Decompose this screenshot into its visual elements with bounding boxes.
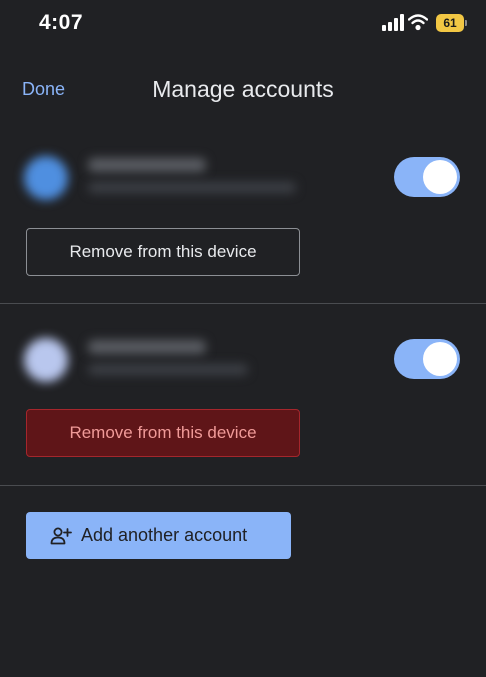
account-sync-toggle[interactable] bbox=[394, 339, 460, 379]
status-bar: 4:07 61 bbox=[0, 0, 486, 44]
account-name-redacted bbox=[88, 158, 206, 172]
cellular-signal-icon bbox=[382, 14, 404, 31]
account-row bbox=[0, 152, 486, 212]
divider bbox=[0, 303, 486, 304]
toggle-knob bbox=[423, 160, 457, 194]
remove-account-button-pressed[interactable]: Remove from this device bbox=[26, 409, 300, 457]
toggle-knob bbox=[423, 342, 457, 376]
avatar bbox=[24, 156, 68, 200]
account-email-redacted bbox=[88, 364, 248, 375]
account-row bbox=[0, 334, 486, 394]
page-title: Manage accounts bbox=[152, 76, 334, 102]
person-add-icon bbox=[50, 527, 72, 545]
account-sync-toggle[interactable] bbox=[394, 157, 460, 197]
battery-tip bbox=[465, 20, 467, 26]
account-email-redacted bbox=[88, 182, 296, 193]
status-time: 4:07 bbox=[39, 11, 84, 34]
add-account-label: Add another account bbox=[81, 525, 248, 545]
remove-account-button[interactable]: Remove from this device bbox=[26, 228, 300, 276]
divider bbox=[0, 485, 486, 486]
account-name-redacted bbox=[88, 340, 206, 354]
wifi-icon bbox=[408, 14, 428, 31]
add-account-button[interactable]: Add another account bbox=[26, 512, 291, 559]
avatar bbox=[24, 338, 68, 382]
battery-indicator: 61 bbox=[436, 14, 464, 32]
